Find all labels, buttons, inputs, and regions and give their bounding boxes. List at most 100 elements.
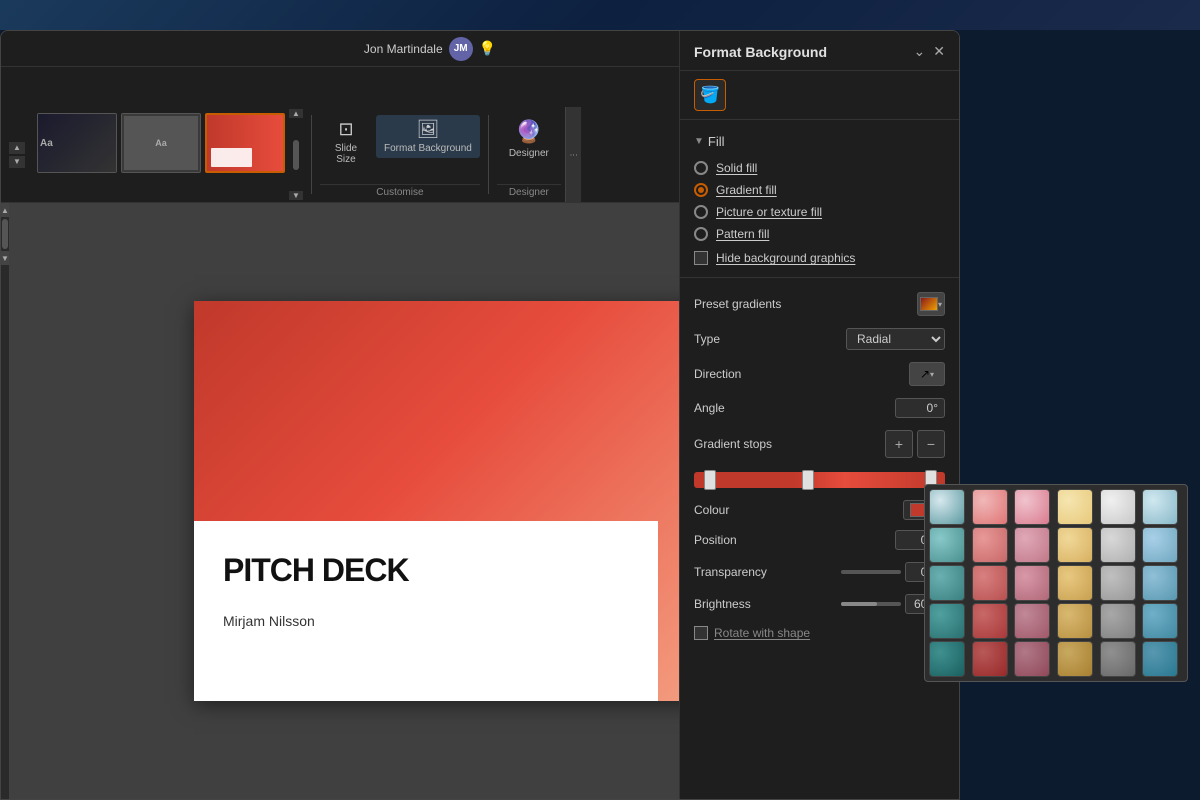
preset-gradient-button[interactable]: ▾ <box>917 292 945 316</box>
panel-title: Format Background <box>694 44 827 60</box>
divider-2 <box>680 277 959 278</box>
position-row: Position <box>680 524 959 556</box>
customise-label: Customise <box>320 184 480 202</box>
gradient-handle-1[interactable] <box>704 470 716 490</box>
transparency-track <box>841 570 901 574</box>
gradient-stops-label-row: Gradient stops + − <box>680 424 959 464</box>
gradient-handle-2[interactable] <box>802 470 814 490</box>
format-background-button[interactable]: 🖼 Format Background <box>376 115 480 158</box>
scroll-right-down[interactable]: ▼ <box>289 191 303 200</box>
pattern-fill-radio[interactable] <box>694 227 708 241</box>
preset-cell-24[interactable] <box>929 641 965 677</box>
preset-cell-26[interactable] <box>1014 641 1050 677</box>
hide-bg-checkbox-item[interactable]: Hide background graphics <box>680 247 959 269</box>
solid-fill-radio[interactable] <box>694 161 708 175</box>
panel-collapse-button[interactable]: ⌄ <box>914 43 926 60</box>
scroll-down-button[interactable]: ▼ <box>9 156 25 168</box>
slide-size-icon: ⊡ <box>338 119 353 140</box>
add-stop-button[interactable]: + <box>885 430 913 458</box>
panel-header-icons: ⌄ ✕ <box>914 43 945 60</box>
preset-cell-1[interactable] <box>972 489 1008 525</box>
format-background-panel: Format Background ⌄ ✕ 🪣 ▼ Fill <box>679 31 959 799</box>
lightbulb-icon[interactable]: 💡 <box>479 40 496 57</box>
preset-cell-8[interactable] <box>1014 527 1050 563</box>
preset-cell-7[interactable] <box>972 527 1008 563</box>
fill-section-header[interactable]: ▼ Fill <box>694 128 945 155</box>
position-label: Position <box>694 533 737 547</box>
type-select[interactable]: Radial Linear Rectangular Path <box>846 328 945 350</box>
preset-cell-3[interactable] <box>1057 489 1093 525</box>
scroll-thumb <box>2 219 8 249</box>
preset-cell-11[interactable] <box>1142 527 1178 563</box>
preset-cell-25[interactable] <box>972 641 1008 677</box>
preset-cell-13[interactable] <box>972 565 1008 601</box>
picture-fill-radio[interactable] <box>694 205 708 219</box>
preset-cell-2[interactable] <box>1014 489 1050 525</box>
preset-cell-16[interactable] <box>1100 565 1136 601</box>
preset-cell-9[interactable] <box>1057 527 1093 563</box>
slide-thumb-3[interactable] <box>205 113 285 173</box>
main-content: ▲ ▼ PITCH DECK Mirjam Nilsson Format Bac… <box>1 203 959 799</box>
preset-cell-14[interactable] <box>1014 565 1050 601</box>
gradient-presets-popup <box>924 484 1188 682</box>
rotate-with-shape-row: Rotate with shape <box>680 620 959 646</box>
fill-tab[interactable]: 🪣 <box>694 79 726 111</box>
scroll-right-up[interactable]: ▲ <box>289 109 303 118</box>
avatar: JM <box>449 37 473 61</box>
preset-cell-12[interactable] <box>929 565 965 601</box>
ribbon-separator-2 <box>488 115 489 194</box>
gradient-fill-radio[interactable] <box>694 183 708 197</box>
left-scrollbar[interactable]: ▲ ▼ <box>1 203 9 799</box>
preset-cell-19[interactable] <box>972 603 1008 639</box>
preset-cell-5[interactable] <box>1142 489 1178 525</box>
remove-stop-button[interactable]: − <box>917 430 945 458</box>
picture-fill-option[interactable]: Picture or texture fill <box>694 205 945 219</box>
solid-fill-option[interactable]: Solid fill <box>694 161 945 175</box>
gradient-fill-option[interactable]: Gradient fill <box>694 183 945 197</box>
pattern-fill-option[interactable]: Pattern fill <box>694 227 945 241</box>
preset-cell-21[interactable] <box>1057 603 1093 639</box>
scroll-up[interactable]: ▲ <box>1 203 9 217</box>
preset-cell-27[interactable] <box>1057 641 1093 677</box>
ribbon-more-button[interactable]: ⋮ <box>565 107 581 202</box>
slide-title: PITCH DECK <box>223 552 409 589</box>
title-bar-user: Jon Martindale JM 💡 <box>364 37 496 61</box>
preset-cell-10[interactable] <box>1100 527 1136 563</box>
gradient-stops-label: Gradient stops <box>694 437 772 451</box>
slide-size-button[interactable]: ⊡ SlideSize <box>320 115 372 169</box>
preset-cell-22[interactable] <box>1100 603 1136 639</box>
preset-cell-17[interactable] <box>1142 565 1178 601</box>
hide-bg-checkbox[interactable] <box>694 251 708 265</box>
preset-cell-29[interactable] <box>1142 641 1178 677</box>
scroll-down[interactable]: ▼ <box>1 251 9 265</box>
angle-input[interactable] <box>895 398 945 418</box>
slide-thumb-1[interactable]: Aa <box>37 113 117 173</box>
rotate-with-shape-checkbox[interactable] <box>694 626 708 640</box>
designer-button[interactable]: 🔮 Designer <box>497 115 561 163</box>
slide-thumb-2[interactable]: Aa <box>121 113 201 173</box>
scroll-up-button[interactable]: ▲ <box>9 142 25 154</box>
panel-tabs: 🪣 <box>680 71 959 111</box>
preset-cell-23[interactable] <box>1142 603 1178 639</box>
ribbon-separator-1 <box>311 115 312 194</box>
preset-cell-0[interactable] <box>929 489 965 525</box>
preset-cell-4[interactable] <box>1100 489 1136 525</box>
gradient-fill-label: Gradient fill <box>716 183 777 197</box>
panel-close-button[interactable]: ✕ <box>933 43 945 60</box>
direction-button[interactable]: ↗ ▾ <box>909 362 945 386</box>
preset-cell-20[interactable] <box>1014 603 1050 639</box>
fill-tab-icon: 🪣 <box>700 85 720 105</box>
preset-cell-18[interactable] <box>929 603 965 639</box>
preset-cell-28[interactable] <box>1100 641 1136 677</box>
windows-background <box>0 0 1200 30</box>
angle-row: Angle <box>680 392 959 424</box>
preset-cell-6[interactable] <box>929 527 965 563</box>
rotate-with-shape-label: Rotate with shape <box>714 626 810 640</box>
preset-cell-15[interactable] <box>1057 565 1093 601</box>
fill-options: Solid fill Gradient fill Picture or text… <box>680 155 959 247</box>
fill-section: ▼ Fill <box>680 128 959 155</box>
brightness-track <box>841 602 901 606</box>
picture-fill-label: Picture or texture fill <box>716 205 822 219</box>
slide-white-section <box>194 521 658 701</box>
type-label: Type <box>694 332 720 346</box>
